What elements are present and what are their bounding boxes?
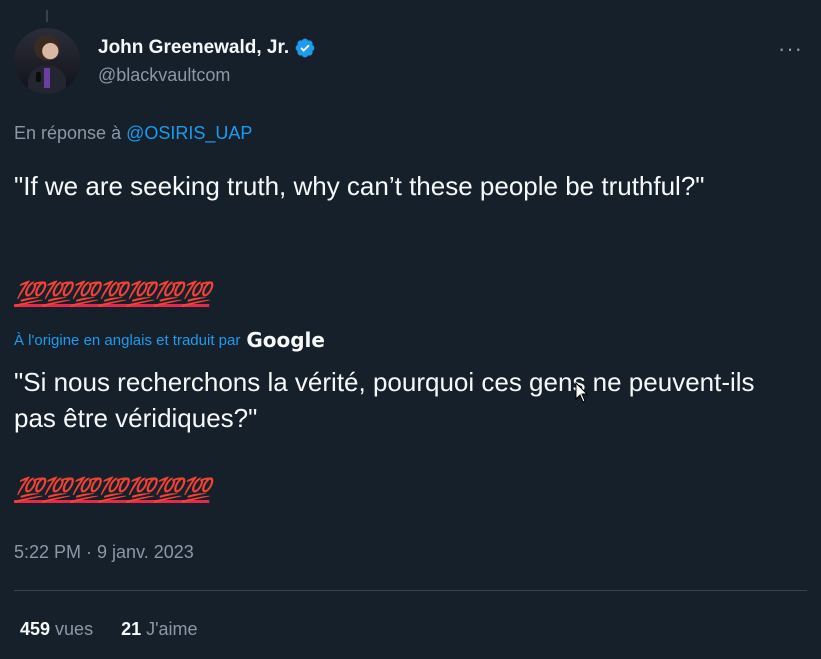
thread-connector-line — [46, 10, 48, 22]
verified-badge-icon — [295, 38, 315, 57]
author-names: John Greenewald, Jr. @blackvaultcom — [98, 37, 316, 86]
author-display-name-row[interactable]: John Greenewald, Jr. — [98, 37, 316, 59]
author-handle[interactable]: @blackvaultcom — [98, 65, 316, 86]
tweet-header: John Greenewald, Jr. @blackvaultcom — [14, 28, 316, 94]
translation-note: À l'origine en anglais et traduit par — [14, 331, 241, 349]
avatar-tie-shape — [44, 68, 50, 88]
divider — [14, 590, 807, 591]
tweet-stats: 459 vues 21 J'aime — [20, 619, 226, 640]
likes-count: 21 — [121, 619, 142, 639]
views-label: vues — [55, 619, 94, 639]
tweet-translated-text: "Si nous recherchons la vérité, pourquoi… — [14, 367, 755, 433]
reply-prefix: En réponse à — [14, 123, 127, 143]
reply-context: En réponse à @OSIRIS_UAP — [14, 123, 252, 144]
likes-label: J'aime — [146, 619, 198, 639]
author-display-name[interactable]: John Greenewald, Jr. — [98, 37, 289, 59]
reply-mention-link[interactable]: @OSIRIS_UAP — [126, 123, 252, 143]
translated-hundred-emoji-row: 💯💯💯💯💯💯💯 — [14, 476, 211, 505]
tweet-detail: John Greenewald, Jr. @blackvaultcom ··· … — [0, 0, 821, 659]
translation-attribution: À l'origine en anglais et traduit par Go… — [14, 328, 325, 352]
google-logo-icon: Google — [246, 328, 325, 352]
hundred-emoji-row: 💯💯💯💯💯💯💯 — [14, 280, 211, 309]
avatar-mic-shape — [36, 72, 41, 82]
more-options-icon[interactable]: ··· — [778, 36, 803, 62]
views-count: 459 — [20, 619, 51, 639]
tweet-timestamp[interactable]: 5:22 PM · 9 janv. 2023 — [14, 542, 194, 563]
translated-hundred-emoji-line: 💯💯💯💯💯💯💯 — [14, 477, 211, 504]
views-stat[interactable]: 459 vues — [20, 619, 93, 640]
mouse-pointer-icon — [575, 382, 589, 403]
tweet-original-text: "If we are seeking truth, why can’t thes… — [14, 171, 705, 201]
avatar[interactable] — [14, 28, 80, 94]
likes-stat[interactable]: 21 J'aime — [121, 619, 197, 640]
hundred-emoji-line: 💯💯💯💯💯💯💯 — [14, 281, 211, 308]
